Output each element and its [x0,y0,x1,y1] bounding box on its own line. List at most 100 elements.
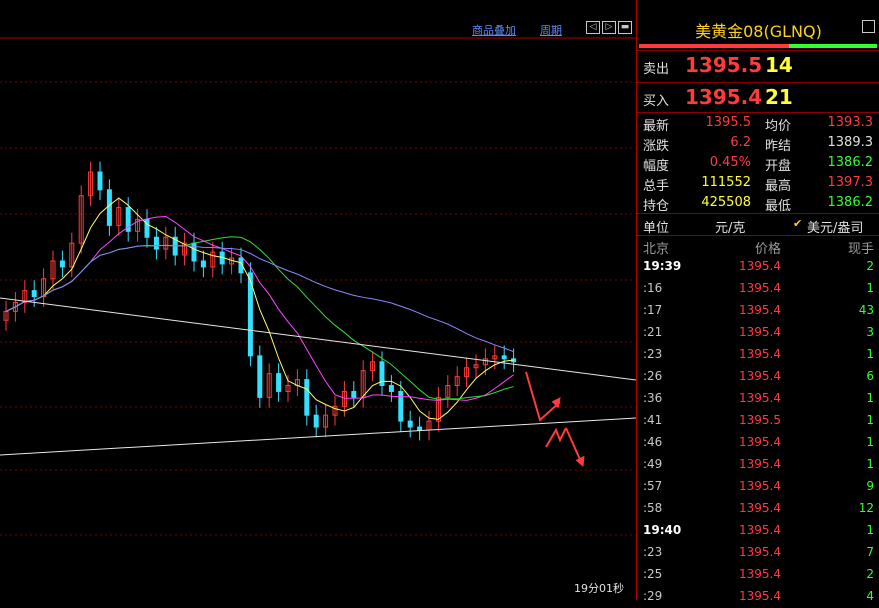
tick-row: :57 1395.4 9 [637,476,879,498]
ticks-header: 北京 价格 现手 [637,236,879,257]
tick-time: :23 [643,347,663,361]
period-link[interactable]: 周期 [540,22,562,38]
tick-volume: 7 [866,545,874,559]
tick-price: 1395.4 [739,281,781,295]
candle-body [407,420,413,428]
tick-volume: 1 [866,523,874,537]
tick-volume: 1 [866,435,874,449]
candle-body [31,290,37,298]
quote-panel: 美黄金08(GLNQ) 卖出 1395.5 14 买入 1395.4 21 最新… [636,0,879,603]
tick-volume: 3 [866,325,874,339]
sell-price: 1395.5 [685,53,763,77]
overlay-link[interactable]: 商品叠加 [472,22,516,38]
candle-body [59,260,65,268]
tick-price: 1395.4 [739,391,781,405]
tick-volume: 1 [866,391,874,405]
scroll-right-button[interactable]: ▷ [602,21,616,34]
stat-label: 昨结 [765,139,792,154]
sell-volume: 14 [765,53,793,77]
tick-time: :25 [643,567,663,581]
tick-time: :21 [643,325,663,339]
tick-volume: 2 [866,259,874,273]
maximize-button[interactable]: ▬ [618,21,632,34]
tick-row: :16 1395.4 1 [637,278,879,300]
ticks-header-vol: 现手 [847,242,874,257]
stat-stats-right-4: 最低 1386.2 [765,195,873,215]
tick-row: :58 1395.4 12 [637,498,879,520]
sell-label: 卖出 [643,62,670,77]
stat-label: 幅度 [643,159,670,174]
sell-quote-row: 卖出 1395.5 14 [637,52,879,80]
tick-time: :46 [643,435,663,449]
tick-volume: 1 [866,457,874,471]
countdown-timer: 19分01秒 [574,582,624,595]
candle-body [388,385,394,392]
tick-time: :57 [643,479,663,493]
chart-toolbar: 商品叠加 周期 ◁ ▷ ▬ [0,0,636,38]
kline-chart[interactable]: 商品叠加 周期 ◁ ▷ ▬ 19分01秒 [0,0,636,600]
usd-per-ounce-toggle[interactable]: 美元/盎司 [807,217,863,236]
unit-value: 元/克 [715,221,746,236]
tick-time: :36 [643,391,663,405]
tick-price: 1395.4 [739,347,781,361]
tick-row: 19:39 1395.4 2 [637,256,879,278]
tick-time: :58 [643,501,663,515]
stat-value: 0.45% [709,155,751,170]
stat-stats-left-3: 总手 111552 [643,175,751,195]
stat-stats-right-1: 昨结 1389.3 [765,135,873,155]
tick-volume: 6 [866,369,874,383]
check-icon[interactable]: ✔ [793,217,802,230]
tick-volume: 12 [858,501,874,515]
tick-volume: 1 [866,347,874,361]
tick-price: 1395.4 [739,589,781,603]
unit-row: 单位 元/克 ✔ 美元/盎司 [637,214,879,236]
buy-price: 1395.4 [685,85,763,109]
stat-value: 1395.5 [705,115,752,130]
candle-body [106,189,112,226]
tick-time: :29 [643,589,663,603]
stat-value: 425508 [701,195,751,210]
tick-price: 1395.4 [739,325,781,339]
panel-toggle-icon[interactable] [862,20,875,33]
candle-body [398,390,404,422]
stat-stats-left-1: 涨跌 6.2 [643,135,751,155]
stat-value: 1386.2 [827,195,874,210]
stat-label: 最低 [765,199,792,214]
tick-time: 19:40 [643,523,682,537]
instrument-title: 美黄金08(GLNQ) [695,22,822,41]
stat-label: 涨跌 [643,139,670,154]
tick-time: 19:39 [643,259,682,273]
tick-price: 1395.4 [739,435,781,449]
tick-price: 1395.4 [739,457,781,471]
candle-body [276,373,282,392]
tick-time: :49 [643,457,663,471]
candle-body [417,426,423,431]
tick-row: :41 1395.5 1 [637,410,879,432]
tick-time: :17 [643,303,663,317]
bid-ask-ratio-bar [639,44,877,48]
tick-volume: 1 [866,281,874,295]
tick-row: :46 1395.4 1 [637,432,879,454]
tick-time: :26 [643,369,663,383]
candle-body [304,379,310,416]
tick-volume: 43 [858,303,874,317]
stat-label: 开盘 [765,159,792,174]
candle-body [313,414,319,428]
candle-body [200,260,206,268]
tick-row: :26 1395.4 6 [637,366,879,388]
tick-row: :23 1395.4 7 [637,542,879,564]
tick-row: :17 1395.4 43 [637,300,879,322]
unit-label: 单位 [643,221,670,236]
tick-row: :21 1395.4 3 [637,322,879,344]
kline-chart-canvas[interactable] [0,0,636,600]
buy-quote-row: 买入 1395.4 21 [637,84,879,112]
stat-value: 1393.3 [827,115,874,130]
tick-price: 1395.4 [739,545,781,559]
tick-row: :29 1395.4 4 [637,586,879,608]
scroll-left-button[interactable]: ◁ [586,21,600,34]
stat-stats-left-0: 最新 1395.5 [643,115,751,135]
tick-volume: 9 [866,479,874,493]
stat-value: 6.2 [730,135,751,150]
tick-volume: 2 [866,567,874,581]
buy-label: 买入 [643,94,670,109]
